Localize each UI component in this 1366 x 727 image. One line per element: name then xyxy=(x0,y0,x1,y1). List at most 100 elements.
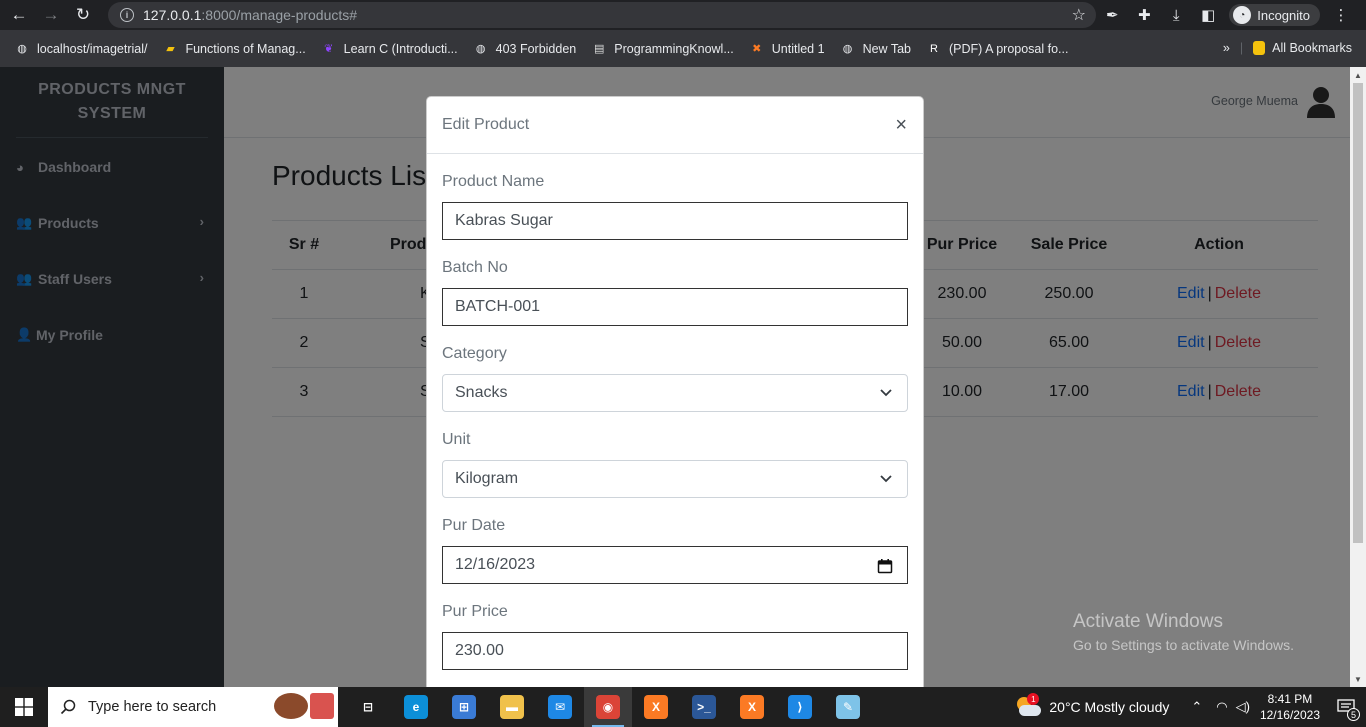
category-label: Category xyxy=(442,345,507,362)
xampp-icon: ✖ xyxy=(752,43,762,55)
weather-text: 20°C Mostly cloudy xyxy=(1049,699,1170,715)
bookmarks-overflow-icon[interactable]: » xyxy=(1223,41,1230,55)
scroll-up-arrow-icon[interactable]: ▲ xyxy=(1354,71,1362,80)
forward-arrow-icon[interactable]: → xyxy=(38,2,64,28)
reload-icon[interactable]: ↻ xyxy=(70,2,96,28)
chevron-down-icon xyxy=(880,389,892,397)
modal-header: Edit Product × xyxy=(427,97,923,154)
xampp-icon: X xyxy=(644,695,668,719)
all-bookmarks[interactable]: All Bookmarks xyxy=(1253,41,1352,55)
taskbar-app[interactable]: ◉ xyxy=(584,687,632,727)
search-icon xyxy=(60,699,76,715)
file-explorer-icon: ▬ xyxy=(500,695,524,719)
taskbar-app[interactable]: e xyxy=(392,687,440,727)
weather-badge: 1 xyxy=(1027,693,1040,705)
unit-label: Unit xyxy=(442,431,471,448)
globe-icon: ◍ xyxy=(475,43,486,55)
cloudy-weather-icon: 1 xyxy=(1015,693,1042,717)
bookmark-item[interactable]: ◍ New Tab xyxy=(840,41,911,57)
pur-date-label: Pur Date xyxy=(442,517,506,534)
activate-windows-watermark: Activate Windows Go to Settings to activ… xyxy=(1073,611,1294,653)
download-icon[interactable]: ⤓ xyxy=(1165,7,1187,24)
system-tray: 1 20°C Mostly cloudy ⌃ ◠ ◁) 8:41 PM 12/1… xyxy=(1015,687,1366,727)
pur-date-value: 12/16/2023 xyxy=(455,556,536,573)
globe-icon: ◍ xyxy=(842,43,853,55)
taskbar-app[interactable]: ⊞ xyxy=(440,687,488,727)
browser-actions: ✒ ✚ ⤓ ◧ ◔ Incognito ⋮ xyxy=(1101,0,1366,30)
speaker-icon[interactable]: ◁) xyxy=(1236,699,1250,715)
scroll-down-arrow-icon[interactable]: ▼ xyxy=(1354,675,1362,684)
bookmark-item[interactable]: ▤ ProgrammingKnowl... xyxy=(591,41,734,57)
taskbar-app[interactable]: ⟩ xyxy=(776,687,824,727)
incognito-icon: ◔ xyxy=(1233,6,1252,24)
taskbar-app[interactable]: >_ xyxy=(680,687,728,727)
bookmark-item[interactable]: ▰ Functions of Manag... xyxy=(162,41,305,57)
url-host: 127.0.0.1 xyxy=(143,7,202,23)
bookmarks-bar: ◍ localhost/imagetrial/ ▰ Functions of Mana… xyxy=(0,30,1366,67)
category-selected-value: Snacks xyxy=(455,384,508,401)
bookmark-item[interactable]: ❦ Learn C (Introducti... xyxy=(321,41,458,57)
feather-icon: ❦ xyxy=(324,43,334,55)
category-select[interactable]: Snacks xyxy=(442,374,908,412)
store-icon: ⊞ xyxy=(452,695,476,719)
calendar-icon[interactable] xyxy=(877,558,893,574)
edit-product-modal: Edit Product × Product Name Kabras Sugar… xyxy=(426,96,924,687)
taskbar-search-box[interactable]: Type here to search xyxy=(48,687,338,727)
search-placeholder: Type here to search xyxy=(88,699,217,715)
page-scrollbar[interactable]: ▲ ▼ xyxy=(1350,67,1366,687)
windows-taskbar: Type here to search ⊟ e ⊞ ▬ ✉ ◉ X >_ X ⟩ ✎ 1 20°C … xyxy=(0,687,1366,727)
taskbar-app[interactable]: ✉ xyxy=(536,687,584,727)
bookmark-item[interactable]: ✖ Untitled 1 xyxy=(749,41,824,57)
kebab-menu-icon[interactable]: ⋮ xyxy=(1330,6,1352,24)
product-name-input[interactable]: Kabras Sugar xyxy=(442,202,908,240)
back-arrow-icon[interactable]: ← xyxy=(6,2,32,28)
taskbar-clock[interactable]: 8:41 PM 12/16/2023 xyxy=(1260,691,1320,723)
taskbar-app[interactable]: X xyxy=(728,687,776,727)
weather-widget[interactable]: 1 20°C Mostly cloudy xyxy=(1015,693,1170,717)
incognito-badge[interactable]: ◔ Incognito xyxy=(1229,4,1320,26)
close-icon[interactable]: × xyxy=(895,115,907,135)
taskbar-app[interactable]: ✎ xyxy=(824,687,872,727)
vscode-icon: ⟩ xyxy=(788,695,812,719)
batch-no-label: Batch No xyxy=(442,259,508,276)
address-bar[interactable]: i 127.0.0.1:8000/manage-products# ☆ xyxy=(108,2,1096,28)
chevron-up-icon[interactable]: ⌃ xyxy=(1191,699,1202,715)
edge-icon: e xyxy=(404,695,428,719)
notepad-icon: ✎ xyxy=(836,695,860,719)
search-highlight-icon xyxy=(274,693,334,719)
side-panel-icon[interactable]: ◧ xyxy=(1197,6,1219,24)
batch-no-input[interactable]: BATCH-001 xyxy=(442,288,908,326)
researchgate-icon: R xyxy=(930,42,938,55)
xampp-icon: X xyxy=(740,695,764,719)
powershell-icon: >_ xyxy=(692,695,716,719)
bookmark-item[interactable]: ◍ localhost/imagetrial/ xyxy=(14,41,147,57)
browser-toolbar: ← → ↻ i 127.0.0.1:8000/manage-products# … xyxy=(0,0,1366,30)
taskbar-app[interactable]: ⊟ xyxy=(344,687,392,727)
chevron-down-icon xyxy=(880,475,892,483)
stripe-icon: ▰ xyxy=(166,43,175,55)
notification-center-icon[interactable]: 5 xyxy=(1332,687,1360,727)
eyedropper-icon[interactable]: ✒ xyxy=(1101,6,1123,24)
unit-select[interactable]: Kilogram xyxy=(442,460,908,498)
product-name-label: Product Name xyxy=(442,173,545,190)
web-page: PRODUCTS MNGT SYSTEM ◕ Dashboard 👥 Produ… xyxy=(0,67,1350,687)
incognito-label: Incognito xyxy=(1257,7,1310,23)
taskbar-app[interactable]: X xyxy=(632,687,680,727)
page-icon: ▤ xyxy=(594,43,605,55)
taskbar-app[interactable]: ▬ xyxy=(488,687,536,727)
unit-selected-value: Kilogram xyxy=(455,470,519,487)
site-info-icon[interactable]: i xyxy=(120,8,134,22)
windows-start-icon[interactable] xyxy=(0,687,48,727)
pur-date-input[interactable]: 12/16/2023 xyxy=(442,546,908,584)
scroll-thumb[interactable] xyxy=(1353,83,1363,543)
mail-icon: ✉ xyxy=(548,695,572,719)
notification-count: 5 xyxy=(1347,708,1360,721)
wifi-icon[interactable]: ◠ xyxy=(1216,699,1227,715)
bookmark-star-icon[interactable]: ☆ xyxy=(1072,5,1086,25)
pur-price-label: Pur Price xyxy=(442,603,508,620)
pur-price-input[interactable]: 230.00 xyxy=(442,632,908,670)
extensions-puzzle-icon[interactable]: ✚ xyxy=(1133,6,1155,24)
bookmark-item[interactable]: R (PDF) A proposal fo... xyxy=(926,41,1068,57)
bookmark-item[interactable]: ◍ 403 Forbidden xyxy=(473,41,576,57)
modal-title: Edit Product xyxy=(442,116,530,133)
